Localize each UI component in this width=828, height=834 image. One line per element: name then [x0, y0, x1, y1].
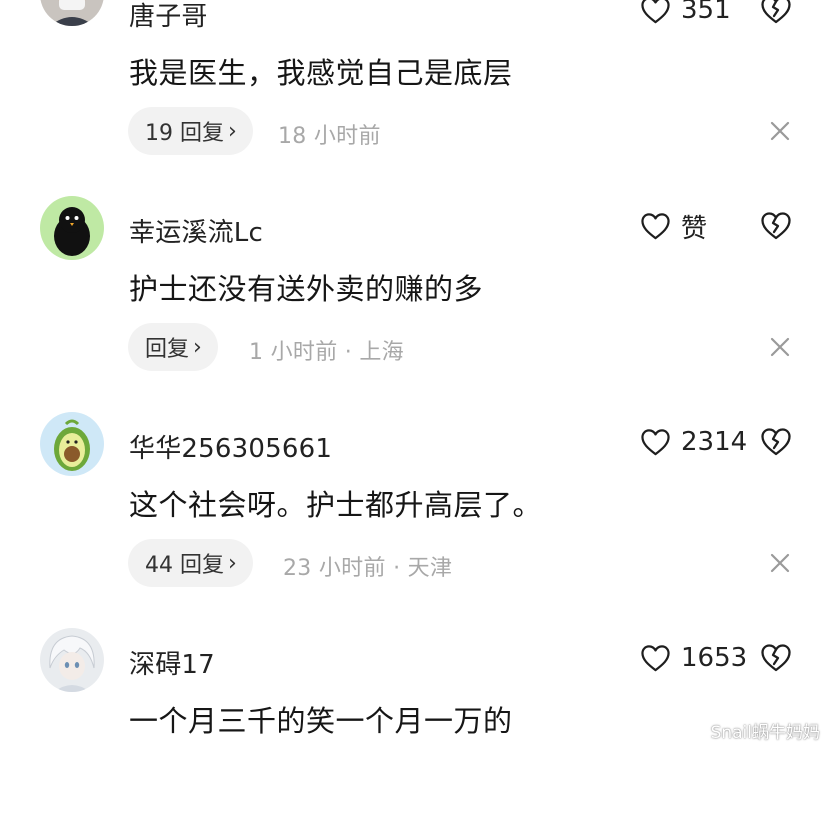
comment-time: 18 小时前: [278, 124, 381, 149]
comment-item: 深碍17 一个月三千的笑一个月一万的 1653: [0, 618, 828, 834]
dislike-button[interactable]: [760, 0, 792, 25]
close-icon: [770, 337, 790, 357]
heart-outline-icon: [641, 644, 670, 671]
username[interactable]: 深碍17: [129, 644, 215, 681]
avatar[interactable]: [40, 0, 104, 26]
close-button[interactable]: [769, 120, 791, 142]
dislike-button[interactable]: [760, 643, 792, 673]
avocado-avatar-icon: [40, 412, 104, 476]
comment-text: 这个社会呀。护士都升高层了。: [129, 488, 543, 522]
close-icon: [770, 553, 790, 573]
comment-item: 华华256305661 这个社会呀。护士都升高层了。 44 回复 › 23 小时…: [0, 402, 828, 618]
username[interactable]: 华华256305661: [129, 428, 332, 465]
broken-heart-icon: [761, 212, 791, 240]
reply-button[interactable]: 回复 ›: [128, 323, 218, 371]
watermark: Snail蜗牛妈妈: [710, 723, 820, 743]
reply-button[interactable]: 19 回复 ›: [128, 107, 253, 155]
heart-outline-icon: [641, 0, 670, 23]
chevron-right-icon: ›: [228, 118, 237, 144]
like-button[interactable]: 1653: [640, 641, 747, 675]
comment-text: 我是医生，我感觉自己是底层: [129, 56, 513, 90]
username[interactable]: 唐子哥: [129, 0, 208, 33]
comment-text: 一个月三千的笑一个月一万的: [129, 704, 513, 738]
anime-white-hair-avatar-icon: [40, 628, 104, 692]
like-count: 赞: [681, 213, 708, 244]
like-button[interactable]: 赞: [640, 209, 708, 244]
dislike-button[interactable]: [760, 211, 792, 241]
comment-text: 护士还没有送外卖的赚的多: [129, 272, 484, 306]
comment-item: 唐子哥 我是医生，我感觉自己是底层 19 回复 › 18 小时前 351: [0, 0, 828, 186]
chevron-right-icon: ›: [193, 334, 202, 360]
username[interactable]: 幸运溪流Lc: [129, 212, 263, 249]
like-button[interactable]: 351: [640, 0, 731, 27]
avatar[interactable]: [40, 196, 104, 260]
heart-outline-icon: [641, 212, 670, 239]
chevron-right-icon: ›: [228, 550, 237, 576]
reply-label: 44 回复: [145, 553, 224, 578]
close-button[interactable]: [769, 336, 791, 358]
avatar[interactable]: [40, 628, 104, 692]
comment-time: 1 小时前 · 上海: [249, 340, 404, 365]
comment-time: 23 小时前 · 天津: [283, 556, 453, 581]
heart-outline-icon: [641, 428, 670, 455]
like-count: 351: [681, 0, 731, 25]
dislike-button[interactable]: [760, 427, 792, 457]
broken-heart-icon: [761, 644, 791, 672]
black-bird-avatar-icon: [40, 196, 104, 260]
broken-heart-icon: [761, 0, 791, 24]
reply-button[interactable]: 44 回复 ›: [128, 539, 253, 587]
man-with-mask-avatar-icon: [40, 0, 104, 26]
reply-label: 19 回复: [145, 121, 224, 146]
comment-item: 幸运溪流Lc 护士还没有送外卖的赚的多 回复 › 1 小时前 · 上海 赞: [0, 186, 828, 402]
like-count: 2314: [681, 427, 748, 457]
avatar[interactable]: [40, 412, 104, 476]
close-icon: [770, 121, 790, 141]
close-button[interactable]: [769, 552, 791, 574]
broken-heart-icon: [761, 428, 791, 456]
like-count: 1653: [681, 643, 748, 673]
reply-label: 回复: [145, 337, 190, 362]
like-button[interactable]: 2314: [640, 425, 747, 459]
